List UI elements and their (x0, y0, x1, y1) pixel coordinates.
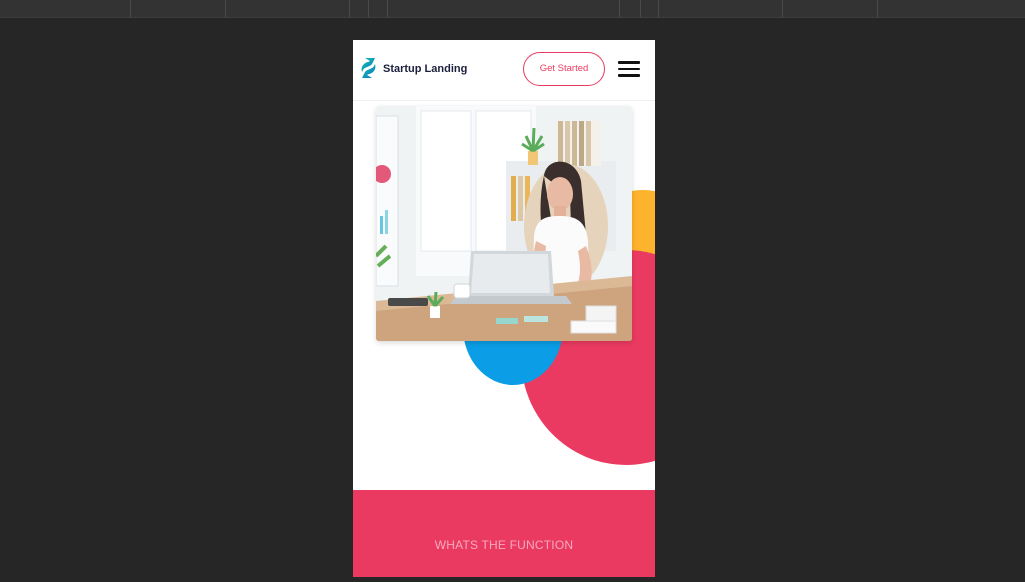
office-woman-illustration (376, 106, 632, 341)
navbar: Startup Landing Get Started (353, 40, 655, 101)
devtools-ruler (0, 0, 1025, 18)
hero-photo (376, 106, 632, 341)
get-started-button[interactable]: Get Started (523, 52, 605, 86)
mobile-viewport: Startup Landing Get Started WHATS THE FU… (353, 40, 655, 577)
section-heading: WHATS THE FUNCTION (434, 538, 574, 552)
hamburger-icon[interactable] (618, 61, 640, 77)
hero-section (353, 100, 655, 490)
features-section: WHATS THE FUNCTION (353, 490, 655, 577)
startup-logo-icon[interactable] (361, 58, 376, 78)
brand-name[interactable]: Startup Landing (383, 63, 467, 75)
